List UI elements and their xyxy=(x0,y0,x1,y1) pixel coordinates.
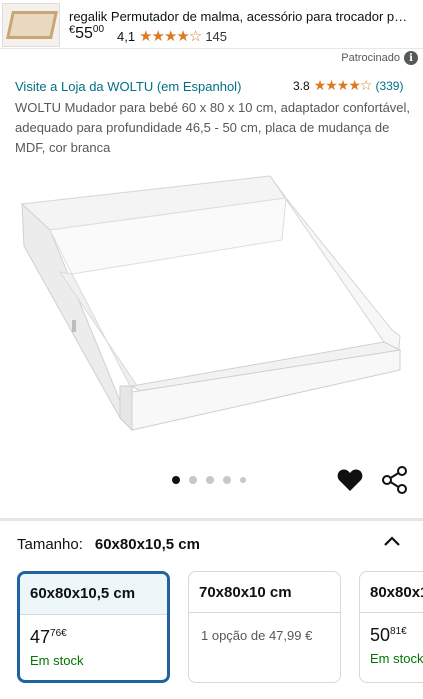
carousel-dot[interactable] xyxy=(206,476,214,484)
star-icons: ★★★★☆ xyxy=(313,78,373,94)
size-option-note: 1 opção de 47,99 € xyxy=(201,628,313,643)
heart-icon[interactable] xyxy=(337,468,363,492)
product-image[interactable] xyxy=(0,160,423,450)
carousel-dot[interactable] xyxy=(223,476,231,484)
size-option-name: 70x80x10 cm xyxy=(189,572,340,613)
carousel-dot[interactable] xyxy=(172,476,180,484)
size-value: 60x80x10,5 cm xyxy=(94,536,200,553)
sponsored-label[interactable]: Patrocinado i xyxy=(341,51,418,65)
size-selector-header[interactable]: Tamanho: 60x80x10,5 cm xyxy=(17,536,200,553)
size-option-name: 60x80x10,5 cm xyxy=(20,574,167,615)
review-count[interactable]: (339) xyxy=(375,79,403,93)
size-option-price: 5081€ xyxy=(370,625,407,645)
ad-title[interactable]: regalik Permutador de malma, acessório p… xyxy=(69,9,414,24)
carousel-dot[interactable] xyxy=(189,476,197,484)
ad-rating[interactable]: 4,1 ★★★★☆ 145 xyxy=(117,27,227,45)
stock-status: Em stock xyxy=(30,653,84,668)
size-label: Tamanho: xyxy=(17,536,83,553)
rating-value: 3.8 xyxy=(293,79,310,93)
size-option-price: 4776€ xyxy=(30,627,67,647)
ad-review-count: 145 xyxy=(205,28,228,44)
product-title: WOLTU Mudador para bebé 60 x 80 x 10 cm,… xyxy=(15,100,411,155)
share-icon[interactable] xyxy=(381,466,409,494)
section-divider xyxy=(0,518,423,521)
store-link[interactable]: Visite a Loja da WOLTU (em Espanhol) xyxy=(15,79,241,94)
ad-rating-value: 4,1 xyxy=(117,28,136,44)
size-option-card[interactable]: 80x80x1 5081€ Em stock xyxy=(359,571,423,683)
size-option-name: 80x80x1 xyxy=(360,572,423,613)
image-carousel-dots[interactable] xyxy=(172,476,246,484)
ad-product-thumbnail[interactable] xyxy=(2,3,60,47)
chevron-up-icon[interactable] xyxy=(383,534,401,548)
stock-status: Em stock xyxy=(370,651,423,666)
size-option-card[interactable]: 60x80x10,5 cm 4776€ Em stock xyxy=(17,571,170,683)
ad-price: €5500 xyxy=(69,24,105,42)
carousel-dot[interactable] xyxy=(240,477,246,483)
size-option-card[interactable]: 70x80x10 cm 1 opção de 47,99 € xyxy=(188,571,341,683)
info-icon[interactable]: i xyxy=(404,51,418,65)
ad-star-icons: ★★★★☆ xyxy=(139,27,202,45)
product-rating[interactable]: 3.8 ★★★★☆ (339) xyxy=(293,78,403,94)
sponsored-ad-banner[interactable]: regalik Permutador de malma, acessório p… xyxy=(0,0,423,49)
